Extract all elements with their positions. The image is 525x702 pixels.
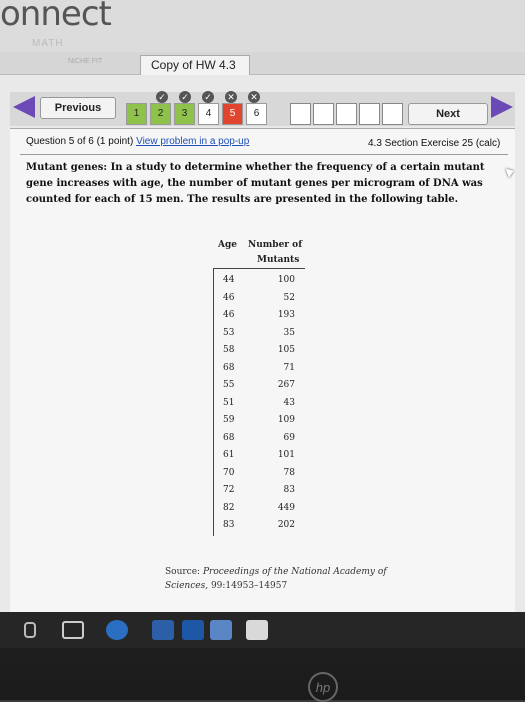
- empty-slot: [382, 103, 403, 125]
- age-cell: 83: [223, 520, 235, 530]
- table-source: Source: Proceedings of the National Acad…: [165, 565, 405, 593]
- col-mutants-header: Number of: [248, 240, 303, 250]
- table-row: 46 193: [213, 308, 305, 326]
- calendar-icon[interactable]: [210, 620, 232, 640]
- mutants-cell: 78: [283, 467, 295, 478]
- mutants-cell: 109: [277, 415, 295, 425]
- connect-logo: onnect: [0, 0, 112, 34]
- question-text: Mutant genes: In a study to determine wh…: [26, 162, 485, 205]
- table-row: 68 71: [213, 361, 305, 379]
- table-row: 82 449: [213, 501, 305, 519]
- question-header: Question 5 of 6 (1 point) View problem i…: [26, 136, 249, 147]
- age-cell: 68: [223, 432, 235, 443]
- question-6-button[interactable]: 6: [246, 103, 267, 125]
- popup-link[interactable]: View problem in a pop-up: [136, 136, 249, 147]
- age-cell: 55: [223, 380, 235, 390]
- edge-browser-icon[interactable]: [106, 620, 128, 640]
- mutants-cell: 52: [283, 292, 295, 303]
- x-icon: ✕: [248, 91, 260, 103]
- empty-slot: [290, 103, 311, 125]
- table-row: 46 52: [213, 291, 305, 309]
- mutants-cell: 193: [277, 310, 295, 320]
- empty-slot: [313, 103, 334, 125]
- question-number: Question 5 of 6 (1 point): [26, 136, 134, 147]
- math-sublogo: MATH: [32, 38, 64, 49]
- question-2-button[interactable]: 2: [150, 103, 171, 125]
- previous-arrow-icon[interactable]: [13, 96, 35, 118]
- col-age-header: Age: [218, 240, 238, 250]
- microphone-icon[interactable]: [24, 622, 36, 638]
- mutants-cell: 105: [277, 345, 295, 355]
- mutants-cell: 202: [277, 520, 295, 530]
- mutants-cell: 69: [283, 432, 295, 443]
- mutants-cell: 267: [277, 380, 295, 390]
- divider: [20, 154, 508, 155]
- table-row: 53 35: [213, 326, 305, 344]
- col-mutants-header-2: Mutants: [257, 255, 300, 265]
- age-cell: 44: [223, 275, 235, 285]
- check-icon: ✓: [179, 91, 191, 103]
- question-5-button[interactable]: 5: [222, 103, 243, 125]
- hp-logo: hp: [308, 672, 338, 702]
- age-cell: 68: [223, 362, 235, 373]
- age-cell: 53: [223, 327, 235, 338]
- age-cell: 72: [223, 485, 235, 495]
- age-cell: 58: [223, 345, 235, 355]
- previous-button[interactable]: Previous: [40, 97, 116, 119]
- mutants-cell: 100: [277, 275, 295, 285]
- screen: onnect MATH NICHE FIT Copy of HW 4.3 Pre…: [0, 0, 525, 612]
- next-arrow-icon[interactable]: [491, 96, 513, 118]
- table-row: 83 202: [213, 518, 305, 536]
- age-cell: 61: [223, 450, 235, 460]
- age-cell: 59: [223, 415, 235, 425]
- table-row: 51 43: [213, 396, 305, 414]
- table-row: 61 101: [213, 448, 305, 466]
- table-row: 72 83: [213, 483, 305, 501]
- section-label: 4.3 Section Exercise 25 (calc): [368, 138, 501, 149]
- check-icon: ✓: [202, 91, 214, 103]
- table-row: 55 267: [213, 378, 305, 396]
- age-cell: 82: [223, 502, 235, 513]
- table-row: 70 78: [213, 466, 305, 484]
- mutants-cell: 35: [283, 327, 295, 338]
- question-4-button[interactable]: 4: [198, 103, 219, 125]
- table-row: 58 105: [213, 343, 305, 361]
- age-cell: 70: [223, 467, 235, 478]
- table-row: 59 109: [213, 413, 305, 431]
- tab-assignment[interactable]: Copy of HW 4.3: [140, 55, 250, 75]
- mutants-cell: 83: [283, 485, 295, 495]
- mutants-cell: 449: [277, 502, 295, 513]
- table-body: 44 100 46 52 46 193 53 35 58 105 68 71 55 267 5…: [213, 269, 305, 536]
- store-icon[interactable]: [182, 620, 204, 640]
- question-1-button[interactable]: 1: [126, 103, 147, 125]
- mutants-cell: 71: [283, 362, 295, 373]
- table-row: 44 100: [213, 273, 305, 291]
- table-row: 68 69: [213, 431, 305, 449]
- question-3-button[interactable]: 3: [174, 103, 195, 125]
- empty-slot: [359, 103, 380, 125]
- task-view-icon[interactable]: [62, 621, 84, 639]
- mutants-cell: 43: [283, 397, 295, 408]
- mutants-cell: 101: [277, 450, 295, 460]
- age-cell: 51: [223, 397, 235, 408]
- file-explorer-icon[interactable]: [152, 620, 174, 640]
- x-icon: ✕: [225, 91, 237, 103]
- next-button[interactable]: Next: [408, 103, 488, 125]
- source-prefix: Source:: [165, 567, 201, 577]
- check-icon: ✓: [156, 91, 168, 103]
- tab-left[interactable]: NICHE FIT: [68, 58, 102, 65]
- mail-icon[interactable]: [246, 620, 268, 640]
- table-header: Age Number of Mutants: [213, 236, 305, 269]
- age-cell: 46: [223, 310, 235, 320]
- source-pages: 99:14953–14957: [210, 581, 288, 591]
- empty-slot: [336, 103, 357, 125]
- age-cell: 46: [223, 292, 235, 303]
- data-table: Age Number of Mutants 44 100 46 52 46 193 5…: [213, 236, 305, 536]
